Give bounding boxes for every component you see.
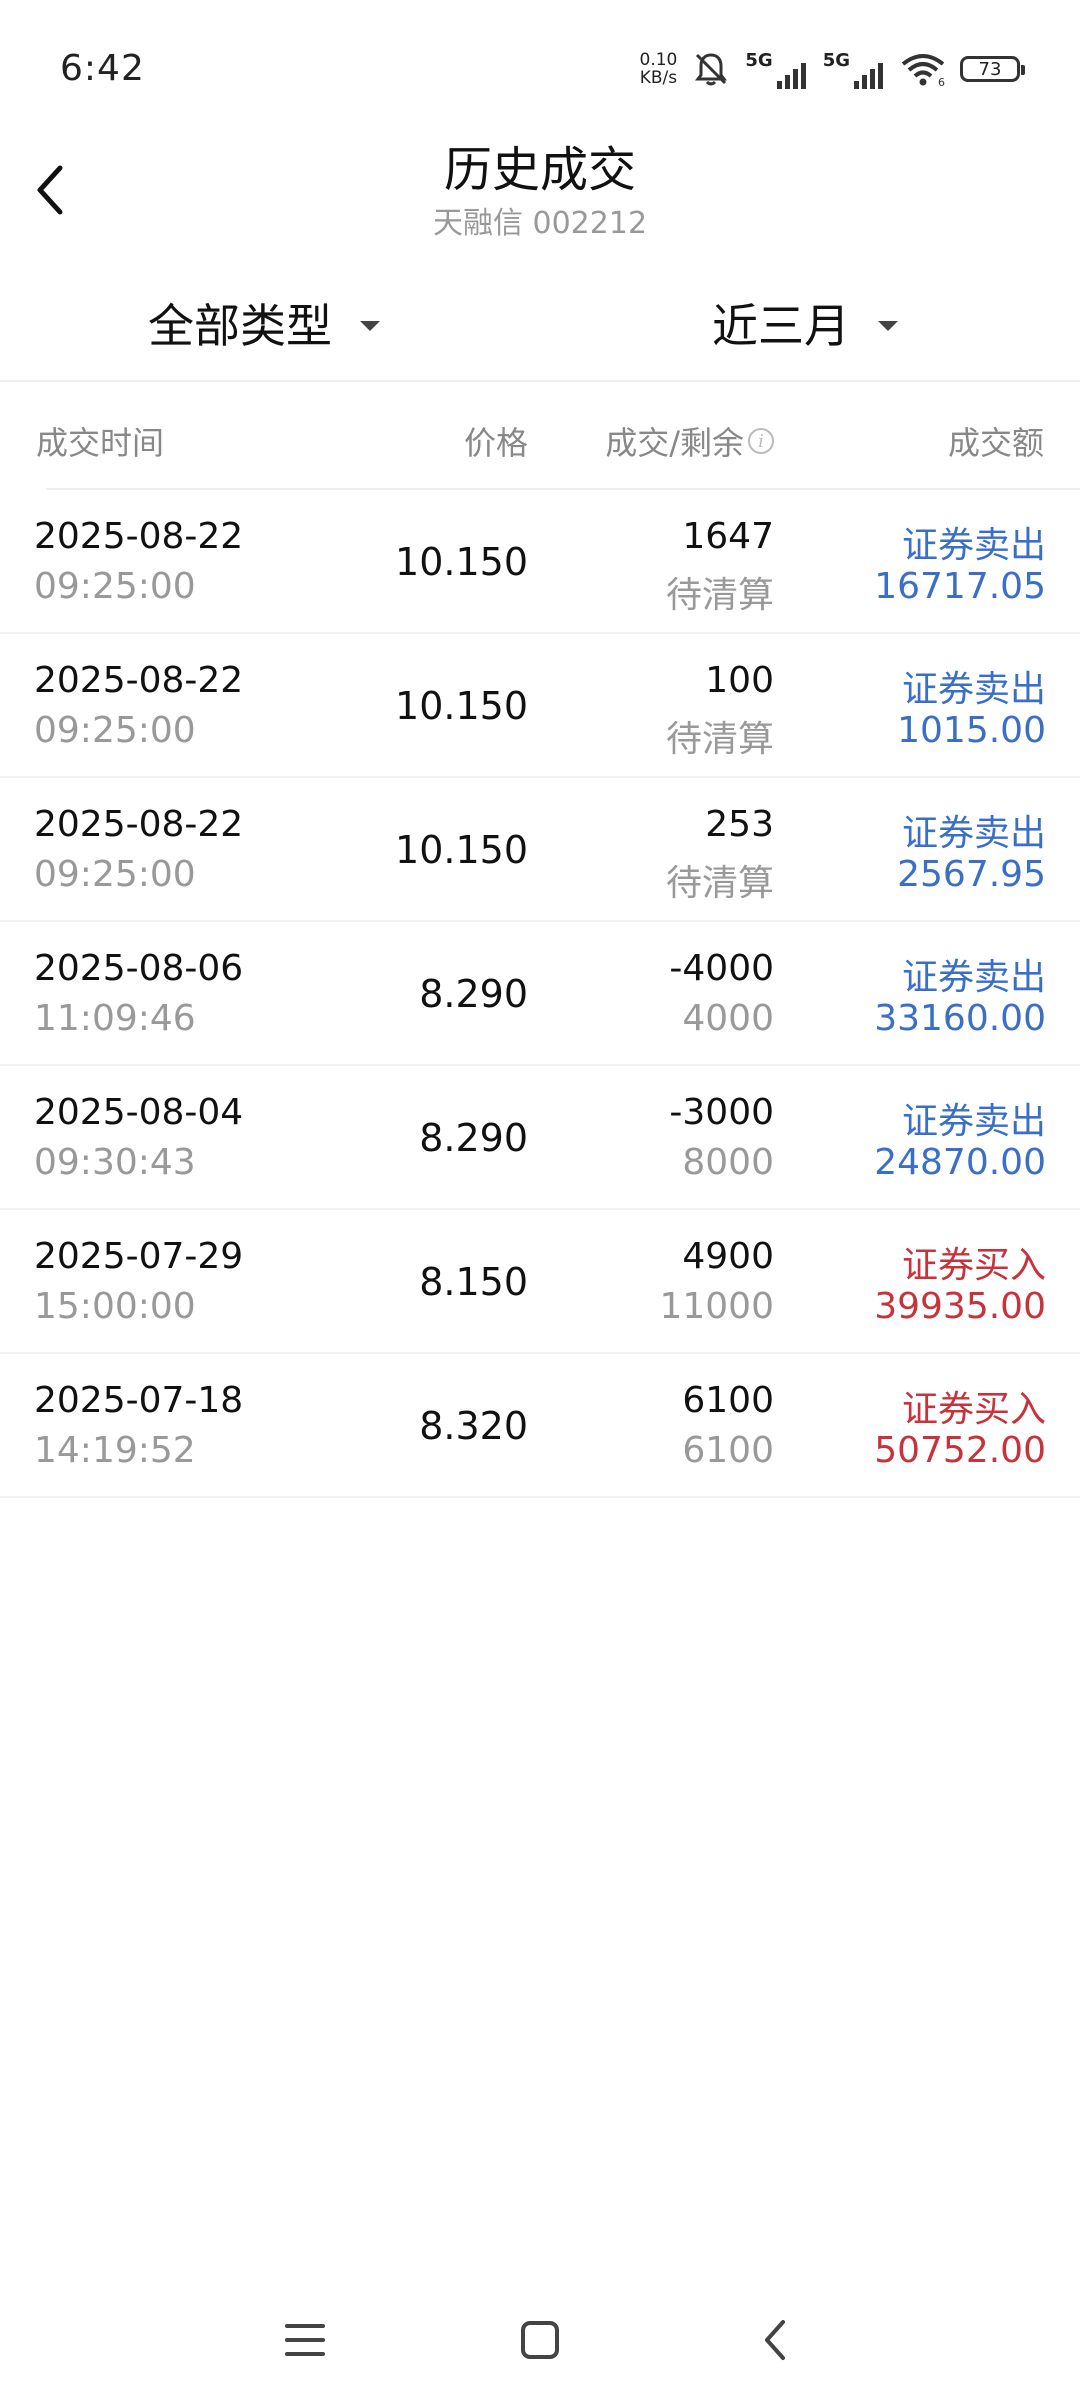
trade-date: 2025-08-04 [34, 1092, 244, 1133]
trade-time: 09:25:00 [34, 710, 196, 751]
status-bar: 6:42 0.10 KB/s 5G 5G 6 73 [0, 0, 1080, 140]
trade-price: 10.150 [395, 540, 528, 584]
trade-date: 2025-07-29 [34, 1236, 244, 1277]
trade-amount: 16717.05 [874, 566, 1046, 607]
page-title: 历史成交 [443, 142, 636, 198]
range-filter-label: 近三月 [712, 299, 850, 353]
recent-apps-button[interactable] [275, 2310, 335, 2370]
trade-time: 09:30:43 [34, 1142, 196, 1183]
page-header: 历史成交 天融信 002212 [0, 130, 1080, 250]
trade-row[interactable]: 2025-08-22 09:25:00 10.150 1647 待清算 证券卖出… [0, 490, 1080, 634]
trade-type: 证券买入 [901, 1245, 1046, 1286]
trade-date: 2025-08-22 [34, 516, 244, 557]
trade-qty: -4000 [669, 948, 774, 989]
trade-amount: 50752.00 [874, 1430, 1046, 1471]
battery-indicator: 73 [960, 56, 1025, 82]
trade-price: 10.150 [395, 828, 528, 872]
menu-icon [285, 2324, 325, 2356]
trade-row[interactable]: 2025-07-18 14:19:52 8.320 6100 6100 证券买入… [0, 1354, 1080, 1498]
trade-row[interactable]: 2025-08-06 11:09:46 8.290 -4000 4000 证券卖… [0, 922, 1080, 1066]
type-filter-label: 全部类型 [148, 299, 332, 353]
trade-row[interactable]: 2025-08-22 09:25:00 10.150 253 待清算 证券卖出 … [0, 778, 1080, 922]
trade-time: 09:25:00 [34, 854, 196, 895]
page-subtitle: 天融信 002212 [432, 206, 648, 241]
trade-amount: 24870.00 [874, 1142, 1046, 1183]
network-speed-value: 0.10 [639, 50, 678, 70]
trade-amount: 2567.95 [897, 854, 1046, 895]
status-time: 6:42 [60, 48, 145, 89]
trade-row[interactable]: 2025-08-04 09:30:43 8.290 -3000 8000 证券卖… [0, 1066, 1080, 1210]
trade-row[interactable]: 2025-07-29 15:00:00 8.150 4900 11000 证券买… [0, 1210, 1080, 1354]
trade-price: 8.290 [419, 1116, 528, 1160]
column-header-qty-label: 成交/剩余 [605, 424, 744, 462]
trade-date: 2025-08-22 [34, 804, 244, 845]
trade-remain: 4000 [682, 998, 774, 1039]
trade-price: 10.150 [395, 684, 528, 728]
filter-bar: 全部类型 近三月 [0, 270, 1080, 382]
network-speed-unit: KB/s [639, 68, 678, 88]
sim2-signal: 5G [823, 50, 886, 89]
trade-time: 11:09:46 [34, 998, 196, 1039]
wifi-sub-label: 6 [938, 76, 945, 86]
column-header-amount: 成交额 [947, 424, 1044, 462]
trade-time: 14:19:52 [34, 1430, 196, 1471]
trade-remain: 待清算 [665, 863, 774, 904]
sim1-signal: 5G [745, 50, 808, 89]
system-back-button[interactable] [745, 2310, 805, 2370]
trade-amount: 39935.00 [874, 1286, 1046, 1327]
trade-amount: 1015.00 [897, 710, 1046, 751]
trade-date: 2025-08-06 [34, 948, 244, 989]
trade-remain: 待清算 [665, 575, 774, 616]
caret-down-icon [878, 321, 898, 331]
trade-qty: -3000 [669, 1092, 774, 1133]
trade-price: 8.150 [419, 1260, 528, 1304]
home-button[interactable] [510, 2310, 570, 2370]
trade-type: 证券买入 [901, 1389, 1046, 1430]
trade-type: 证券卖出 [901, 813, 1046, 854]
trade-qty: 1647 [682, 516, 774, 557]
trade-qty: 6100 [682, 1380, 774, 1421]
column-header-time: 成交时间 [36, 424, 165, 462]
trade-price: 8.290 [419, 972, 528, 1016]
trade-time: 09:25:00 [34, 566, 196, 607]
bell-muted-icon [695, 53, 728, 86]
sim1-label: 5G [745, 49, 773, 71]
trade-remain: 待清算 [665, 719, 774, 760]
battery-level: 73 [978, 58, 1002, 80]
wifi-icon: 6 [901, 54, 945, 86]
chevron-left-icon [765, 2320, 785, 2360]
info-icon[interactable]: i [748, 428, 774, 454]
signal-icon [776, 62, 806, 89]
trade-remain: 11000 [659, 1286, 774, 1327]
type-filter-dropdown[interactable]: 全部类型 [148, 288, 380, 358]
column-header-qty: 成交/剩余 i [605, 418, 774, 464]
trade-qty: 4900 [682, 1236, 774, 1277]
trade-type: 证券卖出 [901, 525, 1046, 566]
trade-date: 2025-08-22 [34, 660, 244, 701]
trade-row[interactable]: 2025-08-22 09:25:00 10.150 100 待清算 证券卖出 … [0, 634, 1080, 778]
status-icons: 0.10 KB/s 5G 5G 6 73 [640, 44, 1025, 94]
trade-type: 证券卖出 [901, 957, 1046, 998]
trade-remain: 8000 [682, 1142, 774, 1183]
system-nav-bar [0, 2300, 1080, 2380]
trade-type: 证券卖出 [901, 1101, 1046, 1142]
trade-qty: 100 [705, 660, 774, 701]
sim2-label: 5G [822, 49, 850, 71]
trade-type: 证券卖出 [901, 669, 1046, 710]
column-header-price: 价格 [463, 424, 528, 462]
trade-remain: 6100 [682, 1430, 774, 1471]
trade-amount: 33160.00 [874, 998, 1046, 1039]
range-filter-dropdown[interactable]: 近三月 [712, 288, 898, 358]
signal-icon [854, 62, 883, 89]
network-speed: 0.10 KB/s [640, 51, 678, 87]
caret-down-icon [360, 321, 380, 331]
square-icon [521, 2321, 559, 2359]
trade-date: 2025-07-18 [34, 1380, 244, 1421]
trade-qty: 253 [705, 804, 774, 845]
trade-list: 2025-08-22 09:25:00 10.150 1647 待清算 证券卖出… [0, 490, 1080, 1498]
trade-time: 15:00:00 [34, 1286, 196, 1327]
trade-price: 8.320 [419, 1404, 528, 1448]
table-header: 成交时间 价格 成交/剩余 i 成交额 [0, 392, 1080, 488]
